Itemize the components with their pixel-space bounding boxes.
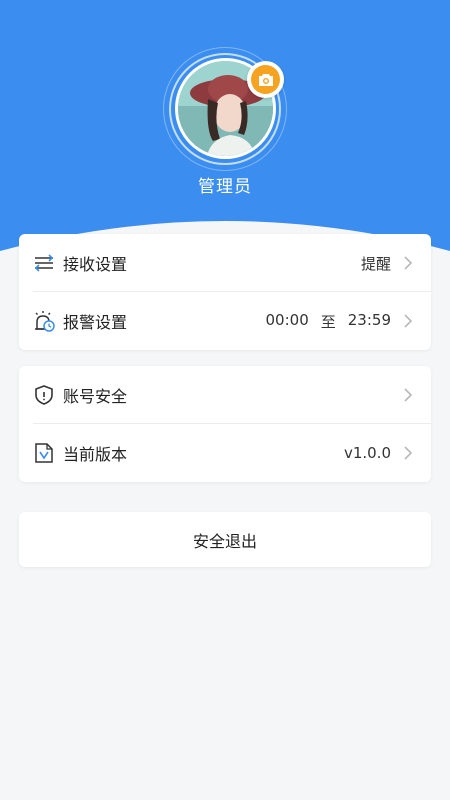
current-version-value: v1.0.0	[343, 444, 391, 462]
account-security-label: 账号安全	[63, 387, 128, 406]
chevron-right-icon	[404, 314, 413, 328]
chevron-right-icon	[404, 388, 413, 402]
alarm-settings-row[interactable]: 报警设置 00:00 至 23:59	[19, 292, 431, 350]
alarm-time-separator: 至	[320, 312, 336, 331]
sliders-icon	[34, 254, 54, 272]
camera-icon	[258, 73, 273, 86]
current-version-label: 当前版本	[63, 445, 128, 464]
alarm-time-range: 00:00 至 23:59	[266, 311, 391, 332]
current-version-row[interactable]: 当前版本 v1.0.0	[19, 424, 431, 482]
camera-icon-bg	[251, 65, 280, 94]
alarm-settings-label: 报警设置	[63, 313, 128, 332]
settings-card: 接收设置 提醒 报警设置 00:00 至 23:59	[19, 234, 431, 350]
receive-settings-row[interactable]: 接收设置 提醒	[19, 234, 431, 292]
alarm-end-time: 23:59	[347, 310, 391, 329]
username: 管理员	[198, 177, 252, 197]
logout-label: 安全退出	[192, 531, 257, 551]
account-card: 账号安全 当前版本 v1.0.0	[19, 366, 431, 482]
chevron-right-icon	[404, 256, 413, 270]
chevron-right-icon	[404, 446, 413, 460]
logout-button[interactable]: 安全退出	[19, 512, 431, 567]
receive-settings-label: 接收设置	[63, 255, 128, 274]
change-avatar-button[interactable]	[247, 61, 284, 98]
document-icon	[35, 443, 53, 463]
receive-settings-value: 提醒	[360, 254, 391, 273]
alarm-icon	[35, 311, 55, 332]
account-security-row[interactable]: 账号安全	[19, 366, 431, 424]
alarm-start-time: 00:00	[265, 310, 309, 329]
shield-icon	[35, 385, 53, 405]
